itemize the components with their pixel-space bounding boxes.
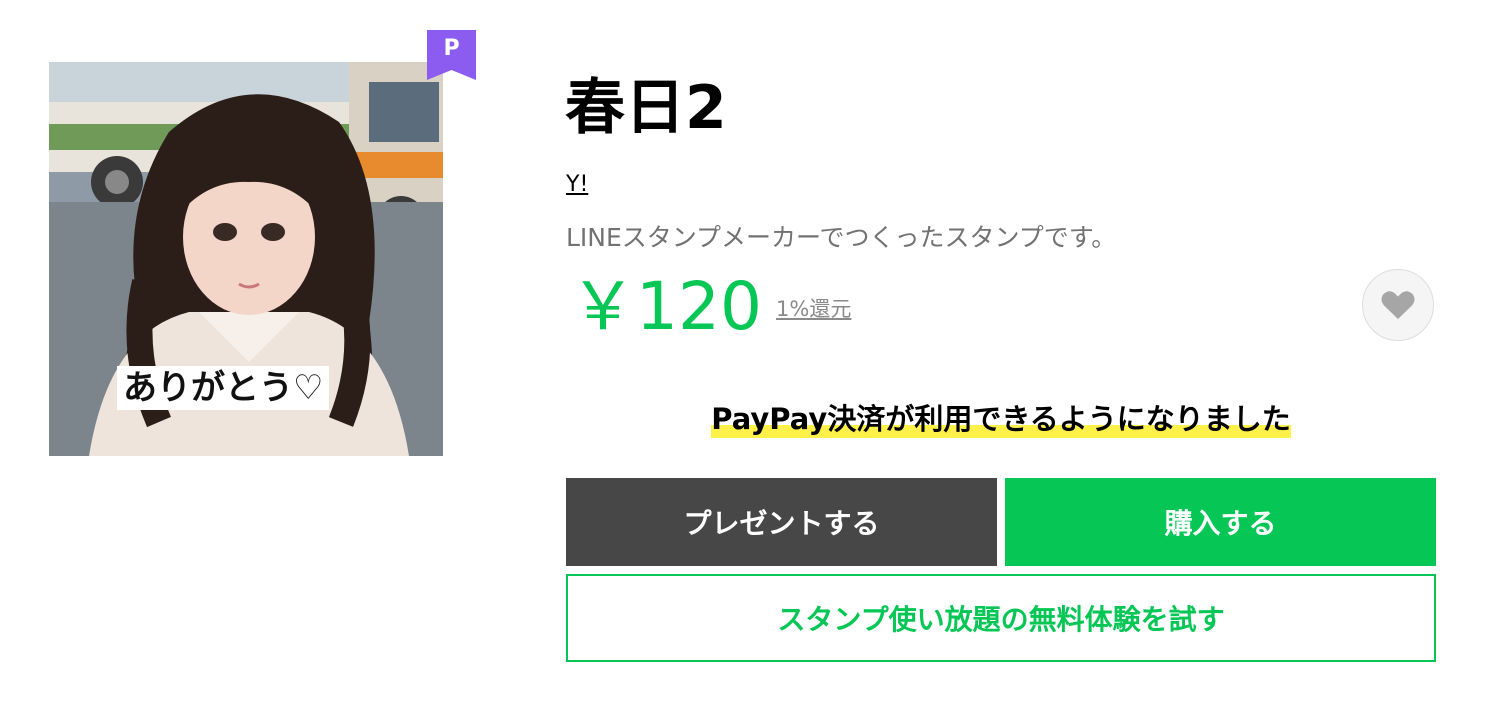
buy-button[interactable]: 購入する <box>1005 478 1436 566</box>
paypay-notice: PayPay決済が利用できるようになりました <box>566 398 1436 440</box>
sticker-preview[interactable]: ありがとう♡ <box>49 62 443 456</box>
author-link[interactable]: Y! <box>566 170 588 200</box>
sticker-caption: ありがとう♡ <box>117 366 330 410</box>
heart-icon <box>1381 291 1415 319</box>
product-price: ￥120 <box>570 268 762 345</box>
favorite-button[interactable] <box>1362 269 1434 341</box>
cashback-link[interactable]: 1%還元 <box>776 295 851 323</box>
gift-button[interactable]: プレゼントする <box>566 478 997 566</box>
paypay-notice-text: PayPay決済が利用できるようになりました <box>711 398 1291 440</box>
product-title: 春日2 <box>565 73 727 143</box>
premium-badge-label: P <box>443 36 460 61</box>
free-trial-button[interactable]: スタンプ使い放題の無料体験を試す <box>566 574 1436 662</box>
product-description: LINEスタンプメーカーでつくったスタンプです。 <box>566 223 1117 252</box>
premium-badge: P <box>427 30 476 80</box>
